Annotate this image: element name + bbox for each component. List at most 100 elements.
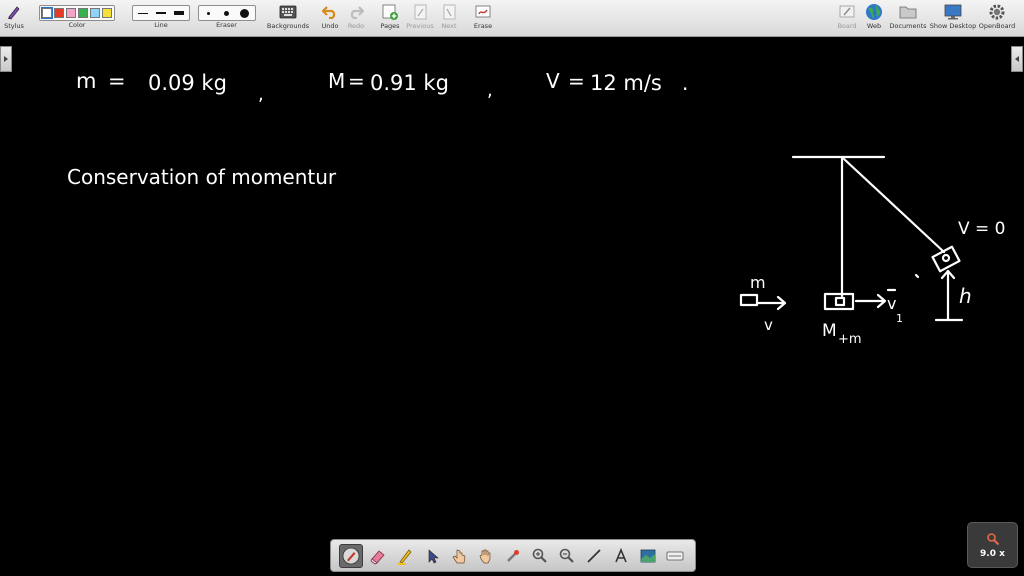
bullet-velocity-label: v bbox=[764, 316, 773, 334]
documents-button[interactable]: Documents bbox=[889, 2, 927, 35]
keyboard-grid-icon bbox=[279, 2, 297, 22]
openboard-label: OpenBoard bbox=[978, 22, 1016, 30]
selector-tool-button[interactable] bbox=[420, 544, 444, 568]
bullet-shape bbox=[739, 293, 759, 307]
color-group: Color bbox=[32, 2, 122, 35]
add-page-icon bbox=[381, 2, 399, 22]
backgrounds-label: Backgrounds bbox=[266, 22, 310, 30]
color-swatch-red[interactable] bbox=[54, 8, 64, 18]
show-desktop-button[interactable]: Show Desktop bbox=[930, 2, 976, 35]
line-group: Line bbox=[132, 2, 190, 35]
laser-pointer-icon bbox=[507, 549, 519, 562]
folder-icon bbox=[899, 2, 917, 22]
zoom-in-icon bbox=[532, 548, 547, 563]
eraser-small-button[interactable] bbox=[201, 7, 217, 19]
comma-separator: , bbox=[487, 80, 493, 101]
backgrounds-button[interactable]: Backgrounds bbox=[267, 2, 309, 35]
stylus-label: Stylus bbox=[4, 22, 24, 30]
line-medium-button[interactable] bbox=[153, 7, 169, 19]
virtual-keyboard-tool-button[interactable] bbox=[663, 544, 687, 568]
velocity-symbol: V bbox=[546, 69, 560, 93]
top-toolbar: Stylus Color Line Eraser Backgrounds Und… bbox=[0, 0, 1024, 37]
comma-separator: , bbox=[258, 84, 264, 105]
conservation-of-momentum-heading: Conservation of momentur bbox=[67, 165, 337, 189]
undo-icon bbox=[322, 2, 338, 22]
previous-button[interactable]: Previous bbox=[406, 2, 434, 35]
marker-tool-button[interactable] bbox=[393, 544, 417, 568]
magnifier-icon bbox=[986, 532, 999, 545]
monitor-icon bbox=[944, 2, 962, 22]
hand-icon bbox=[479, 549, 491, 563]
equals-sign: = bbox=[348, 69, 365, 93]
zoom-indicator[interactable]: 9.0 x bbox=[967, 522, 1018, 568]
redo-button[interactable]: Redo bbox=[346, 2, 366, 35]
mass-bullet-value: 0.09 kg bbox=[148, 71, 227, 95]
next-button[interactable]: Next bbox=[439, 2, 459, 35]
pages-label: Pages bbox=[380, 22, 400, 30]
zoom-level: 9.0 x bbox=[980, 548, 1005, 559]
height-label: h bbox=[959, 284, 972, 308]
text-icon bbox=[615, 547, 627, 562]
zoom-in-tool-button[interactable] bbox=[528, 544, 552, 568]
equals-sign: = bbox=[108, 69, 126, 93]
line-width-box bbox=[132, 5, 190, 21]
line-thin-button[interactable] bbox=[135, 7, 151, 19]
selector-icon bbox=[428, 548, 439, 563]
laser-pointer-tool-button[interactable] bbox=[501, 544, 525, 568]
capture-tool-button[interactable] bbox=[636, 544, 660, 568]
eraser-icon bbox=[370, 549, 385, 564]
board-drawing: m = 0.09 kg , M = 0.91 kg , V = 12 m/s .… bbox=[67, 69, 1006, 347]
virtual-keyboard-icon bbox=[666, 551, 684, 560]
line-icon bbox=[587, 548, 601, 563]
openboard-button[interactable]: OpenBoard bbox=[979, 2, 1015, 35]
redo-icon bbox=[348, 2, 364, 22]
period: . bbox=[682, 71, 688, 95]
pages-button[interactable]: Pages bbox=[378, 2, 402, 35]
show-desktop-label: Show Desktop bbox=[929, 22, 977, 30]
documents-label: Documents bbox=[889, 22, 927, 30]
color-swatch-pink[interactable] bbox=[66, 8, 76, 18]
eraser-label: Eraser bbox=[216, 21, 237, 29]
eraser-size-box bbox=[197, 5, 256, 21]
whiteboard-canvas[interactable]: m = 0.09 kg , M = 0.91 kg , V = 12 m/s .… bbox=[0, 38, 1024, 576]
web-button[interactable]: Web bbox=[864, 2, 884, 35]
combined-mass-label: M bbox=[822, 321, 837, 341]
line-thick-button[interactable] bbox=[171, 7, 187, 19]
velocity-value: 12 m/s bbox=[590, 71, 662, 95]
color-label: Color bbox=[68, 21, 86, 29]
combined-velocity-label: v bbox=[887, 294, 896, 313]
eraser-tool-button[interactable] bbox=[366, 544, 390, 568]
undo-label: Undo bbox=[321, 22, 339, 30]
capture-icon bbox=[640, 549, 656, 562]
given-values-line: m = 0.09 kg , M = 0.91 kg , V = 12 m/s . bbox=[76, 69, 688, 105]
hand-tool-button[interactable] bbox=[474, 544, 498, 568]
zoom-out-tool-button[interactable] bbox=[555, 544, 579, 568]
mass-bullet-symbol: m bbox=[76, 69, 96, 93]
previous-label: Previous bbox=[406, 22, 434, 30]
interact-icon bbox=[452, 549, 466, 563]
erase-button[interactable]: Erase bbox=[471, 2, 495, 35]
interact-tool-button[interactable] bbox=[447, 544, 471, 568]
color-swatch-box bbox=[39, 5, 115, 21]
board-button[interactable]: Board bbox=[836, 2, 858, 35]
color-swatch-yellow[interactable] bbox=[102, 8, 112, 18]
combined-mass-subscript: +m bbox=[838, 332, 862, 347]
eraser-large-button[interactable] bbox=[237, 7, 253, 19]
color-swatch-green[interactable] bbox=[78, 8, 88, 18]
stylus-button[interactable]: Stylus bbox=[3, 2, 25, 35]
marker-icon bbox=[397, 548, 412, 565]
combined-velocity-subscript: 1 bbox=[896, 312, 903, 325]
block-with-bullet bbox=[823, 292, 855, 311]
pen-tool-button[interactable] bbox=[338, 543, 363, 568]
color-swatch-blue[interactable] bbox=[90, 8, 100, 18]
mass-block-symbol: M bbox=[328, 69, 345, 93]
color-swatch-white[interactable] bbox=[41, 7, 53, 19]
eraser-medium-button[interactable] bbox=[219, 7, 235, 19]
bullet-mass-label: m bbox=[750, 273, 766, 292]
board-label: Board bbox=[837, 22, 857, 30]
pendulum-string-swung bbox=[842, 157, 946, 254]
line-tool-button[interactable] bbox=[582, 544, 606, 568]
pen-icon bbox=[342, 547, 359, 564]
undo-button[interactable]: Undo bbox=[320, 2, 340, 35]
text-tool-button[interactable] bbox=[609, 544, 633, 568]
